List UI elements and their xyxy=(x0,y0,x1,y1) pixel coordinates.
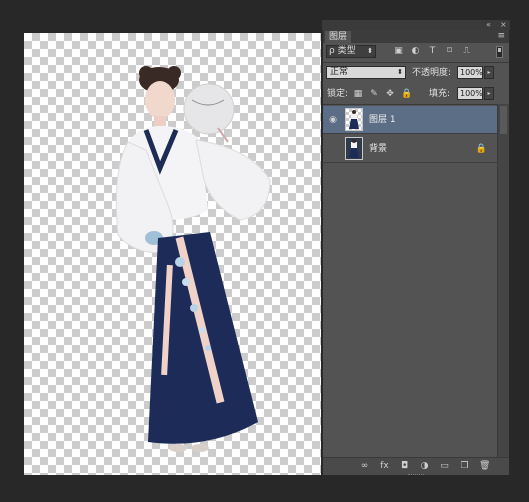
panel-menu-icon[interactable]: ≡ xyxy=(497,30,505,42)
add-mask-icon[interactable]: ◘ xyxy=(399,461,410,472)
link-layers-icon[interactable]: ∞ xyxy=(359,461,370,472)
filter-toggle-switch[interactable] xyxy=(496,46,503,58)
eye-icon[interactable]: ◉ xyxy=(327,114,339,126)
lock-all-icon[interactable]: 🔒 xyxy=(401,89,412,99)
layer-thumbnail xyxy=(345,108,363,131)
shape-filter-icon[interactable]: ⌑ xyxy=(444,46,455,57)
lock-fill-row: 锁定: ▦ ✎ ✥ 🔒 填充: 100% ▸ xyxy=(323,84,509,104)
document-canvas-area xyxy=(0,0,322,502)
fill-slider-button[interactable]: ▸ xyxy=(484,87,494,100)
opacity-label: 不透明度: xyxy=(412,68,452,78)
blend-mode-select[interactable]: 正常 ⬍ xyxy=(326,66,406,79)
lock-icon: 🔒 xyxy=(475,144,487,154)
fill-label: 填充: xyxy=(429,89,451,99)
layer-thumbnail xyxy=(345,137,363,160)
opacity-input[interactable]: 100% xyxy=(457,66,483,79)
collapse-panel-button[interactable]: « xyxy=(486,20,491,30)
new-adjustment-layer-icon[interactable]: ◑ xyxy=(419,461,430,472)
image-filter-icon[interactable]: ▣ xyxy=(393,46,404,57)
layer-name[interactable]: 图层 1 xyxy=(369,114,396,126)
layer-filter-row: ρ 类型 ⬍ ▣ ◐ T ⌑ ⎍ xyxy=(323,43,509,62)
tab-layers[interactable]: 图层 xyxy=(325,31,352,43)
blend-opacity-row: 正常 ⬍ 不透明度: 100% ▸ xyxy=(323,63,509,83)
filter-kind-label: ρ 类型 xyxy=(329,46,356,56)
lock-transparent-pixels-icon[interactable]: ▦ xyxy=(353,89,363,99)
opacity-slider-button[interactable]: ▸ xyxy=(484,66,494,79)
delete-layer-icon[interactable]: 🗑 xyxy=(479,461,490,472)
filter-kind-select[interactable]: ρ 类型 ⬍ xyxy=(326,45,376,58)
layers-bottom-bar: ∞ fx ◘ ◑ ▭ ❐ 🗑 xyxy=(323,457,509,475)
new-layer-icon[interactable]: ❐ xyxy=(459,461,470,472)
panel-tab-bar: 图层 ≡ xyxy=(323,30,509,43)
smart-object-filter-icon[interactable]: ⎍ xyxy=(461,46,472,57)
panel-resize-grip[interactable] xyxy=(408,474,424,478)
layer-row-layer-1[interactable]: ◉ 图层 1 xyxy=(323,106,497,134)
fill-input[interactable]: 100% xyxy=(457,87,483,100)
close-panel-button[interactable]: × xyxy=(500,20,507,30)
divider xyxy=(323,104,509,105)
new-group-icon[interactable]: ▭ xyxy=(439,461,450,472)
hanfu-figure-image xyxy=(115,66,271,452)
panel-title-strip xyxy=(322,20,510,30)
visibility-toggle-empty[interactable] xyxy=(329,145,337,153)
layer-row-background[interactable]: 背景 🔒 xyxy=(323,135,497,163)
scrollbar-thumb[interactable] xyxy=(500,106,507,134)
blend-mode-value: 正常 xyxy=(330,67,349,77)
layers-scrollbar[interactable] xyxy=(497,104,509,457)
lock-position-icon[interactable]: ✥ xyxy=(385,89,395,99)
layer-name[interactable]: 背景 xyxy=(369,143,387,155)
type-filter-icon[interactable]: T xyxy=(427,46,438,57)
adjustment-filter-icon[interactable]: ◐ xyxy=(410,46,421,57)
lock-label: 锁定: xyxy=(327,89,349,99)
add-layer-style-icon[interactable]: fx xyxy=(379,461,390,472)
lock-image-pixels-icon[interactable]: ✎ xyxy=(369,89,379,99)
select-arrow-icon: ⬍ xyxy=(367,47,373,55)
select-arrow-icon: ⬍ xyxy=(397,68,403,76)
